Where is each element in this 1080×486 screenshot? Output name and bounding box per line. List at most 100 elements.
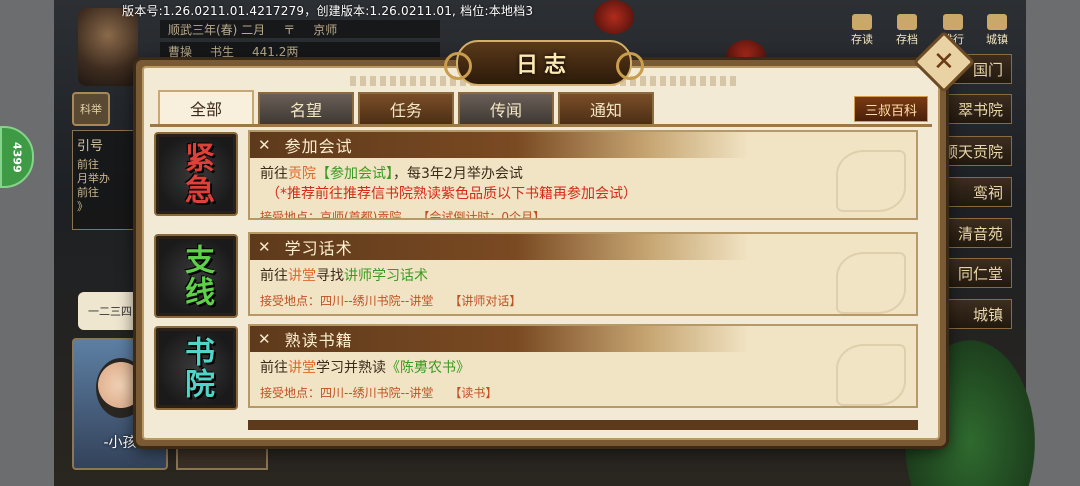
top-icon-label: 存档 [896,33,918,46]
top-icon-save-load[interactable]: 存读 [845,14,879,46]
tab-rumors[interactable]: 传闻 [458,92,554,124]
tab-all[interactable]: 全部 [158,90,254,124]
desc-mid: 学习并熟读 [316,360,386,376]
exam-badge[interactable]: 科举 [72,92,110,126]
quest-badge-academy: 书院 [154,326,238,410]
desc-prefix: 前往 [260,360,288,376]
quest-location: 接受地点：四川--绣川书院--讲堂 【读书】 [260,384,906,401]
quest-badge-label: 书院 [179,336,214,400]
version-info: 版本号:1.26.0211.01.4217279，创建版本:1.26.0211.… [122,4,534,18]
player-name: 曹操 [168,44,193,59]
quest-entry[interactable]: 书院 ✕ 熟读书籍 前往讲堂学习并熟读《陈旉农书》 接受地点：四川--绣川书院-… [154,324,926,410]
building-button[interactable]: 清音苑 [938,218,1012,248]
scroll-icon [852,14,872,30]
quest-list[interactable]: 紧急 ✕ 参加会试 前往贡院【参加会试】，每3年2月举办会试 （*推荐前往推荐信… [154,130,926,430]
quest-badge-urgent: 紧急 [154,132,238,216]
quest-title: 参加会试 [284,137,353,156]
quest-description: 前往贡院【参加会试】，每3年2月举办会试 [260,164,906,184]
quest-card-header: ✕ 学习话术 [250,234,916,260]
building-button[interactable]: 翠书院 [938,94,1012,124]
quest-entry[interactable]: 紧急 ✕ 参加会试 前往贡院【参加会试】，每3年2月举办会试 （*推荐前往推荐信… [154,130,926,222]
city-text: 京师 [313,22,338,37]
scroll-decoration [836,344,906,406]
crossed-swords-icon: ✕ [258,136,271,154]
lantern-decoration [594,0,634,34]
quest-description: 前往讲堂寻找讲师学习话术 [260,266,906,286]
desc-mid: 寻找 [316,268,344,284]
dialog-title: 日志 [515,53,572,78]
quest-card[interactable]: ✕ 学习话术 前往讲堂寻找讲师学习话术 接受地点：四川--绣川书院--讲堂 【讲师… [248,232,918,316]
quest-badge-side: 支线 [154,234,238,318]
building-button[interactable]: 顺天贡院 [938,136,1012,166]
close-icon: ✕ [933,46,955,77]
quest-badge-label: 紧急 [179,142,214,206]
desc-prefix: 前往 [260,268,288,284]
top-icon-label: 存读 [851,33,873,46]
loc-tag: 【会试倒计时：0个月】 [417,210,546,220]
desc-suffix: ，每3年2月举办会试 [393,166,523,182]
quest-card-body: 前往讲堂寻找讲师学习话术 接受地点：四川--绣川书院--讲堂 【讲师对话】 [250,260,916,314]
quest-entry-partial[interactable] [248,420,918,430]
index-pill[interactable]: 一二三四 [78,292,142,330]
loc-label: 接受地点：四川--绣川书院--讲堂 [260,386,434,400]
player-money: 441.2两 [252,44,299,59]
side-counter-text: 4399 [10,141,24,173]
top-icon-town[interactable]: 城镇 [980,14,1014,46]
building-button[interactable]: 鸾祠 [938,177,1012,207]
quest-location: 接受地点：四川--绣川书院--讲堂 【讲师对话】 [260,292,906,309]
guide-panel[interactable]: 引号 前往 月举办 前往 》 [72,130,142,230]
log-dialog-body: 全部 名望 任务 传闻 通知 三叔百科 紧急 ✕ 参加会试 前往贡院【参加会试】… [142,66,940,440]
log-tabs: 全部 名望 任务 传闻 通知 [158,90,654,124]
quest-badge-label: 支线 [179,244,214,308]
scroll-decoration [836,252,906,314]
loc-tag: 【讲师对话】 [449,294,522,308]
quest-card-header: ✕ 参加会试 [250,132,916,158]
guide-title: 引号 [77,139,104,154]
desc-place: 讲堂 [288,360,316,376]
tab-reputation[interactable]: 名望 [258,92,354,124]
player-portrait[interactable] [78,8,138,86]
guide-line: 前往 [77,186,99,199]
quest-description: 前往讲堂学习并熟读《陈旉农书》 [260,358,906,378]
loc-label: 接受地点：四川--绣川书院--讲堂 [260,294,434,308]
desc-prefix: 前往 [260,166,288,182]
player-rank: 书生 [210,44,235,59]
quest-title: 熟读书籍 [284,331,353,350]
date-row: 顺武三年(春) 二月 〒 京师 [160,20,440,38]
quest-card[interactable]: ✕ 熟读书籍 前往讲堂学习并熟读《陈旉农书》 接受地点：四川--绣川书院--讲堂… [248,324,918,408]
crossed-swords-icon: ✕ [258,330,271,348]
quest-location: 接受地点：京师(首都)贡院 【会试倒计时：0个月】 [260,208,906,220]
left-screen-edge [0,0,54,486]
quest-card-body: 前往讲堂学习并熟读《陈旉农书》 接受地点：四川--绣川书院--讲堂 【读书】 [250,352,916,406]
quest-card-header: ✕ 熟读书籍 [250,326,916,352]
loc-label: 接受地点：京师(首都)贡院 [260,210,402,220]
guide-line: 月举办 [77,172,110,185]
top-icon-label: 城镇 [986,33,1008,46]
top-icon-save[interactable]: 存档 [890,14,924,46]
tab-notices[interactable]: 通知 [558,92,654,124]
tab-tasks[interactable]: 任务 [358,92,454,124]
quest-card[interactable]: ✕ 参加会试 前往贡院【参加会试】，每3年2月举办会试 （*推荐前往推荐信书院熟… [248,130,918,220]
loc-tag: 【读书】 [449,386,498,400]
building-button[interactable]: 城镇 [938,299,1012,329]
exam-badge-label: 科举 [80,103,102,116]
guide-line: 前往 [77,158,99,171]
quest-title: 学习话术 [284,239,353,258]
desc-highlight: 【参加会试】 [316,166,393,182]
stats-row: 曹操 书生 441.2两 [160,42,440,60]
date-text: 顺武三年(春) 二月 [168,22,266,37]
save-icon [897,14,917,30]
rank-icon [943,14,963,30]
town-icon [987,14,1007,30]
scroll-decoration [836,150,906,212]
desc-highlight: 讲师学习话术 [344,268,428,284]
crossed-swords-icon: ✕ [258,238,271,256]
wiki-button[interactable]: 三叔百科 [854,96,928,122]
guide-line: 》 [77,200,88,213]
dialog-title-plaque: 日志 [444,40,644,86]
quest-card-body: 前往贡院【参加会试】，每3年2月举办会试 （*推荐前往推荐信书院熟读紫色品质以下… [250,158,916,220]
building-button[interactable]: 同仁堂 [938,258,1012,288]
date-mark: 〒 [283,22,296,37]
tab-divider [150,124,932,127]
quest-entry[interactable]: 支线 ✕ 学习话术 前往讲堂寻找讲师学习话术 接受地点：四川--绣川书院--讲堂… [154,232,926,318]
